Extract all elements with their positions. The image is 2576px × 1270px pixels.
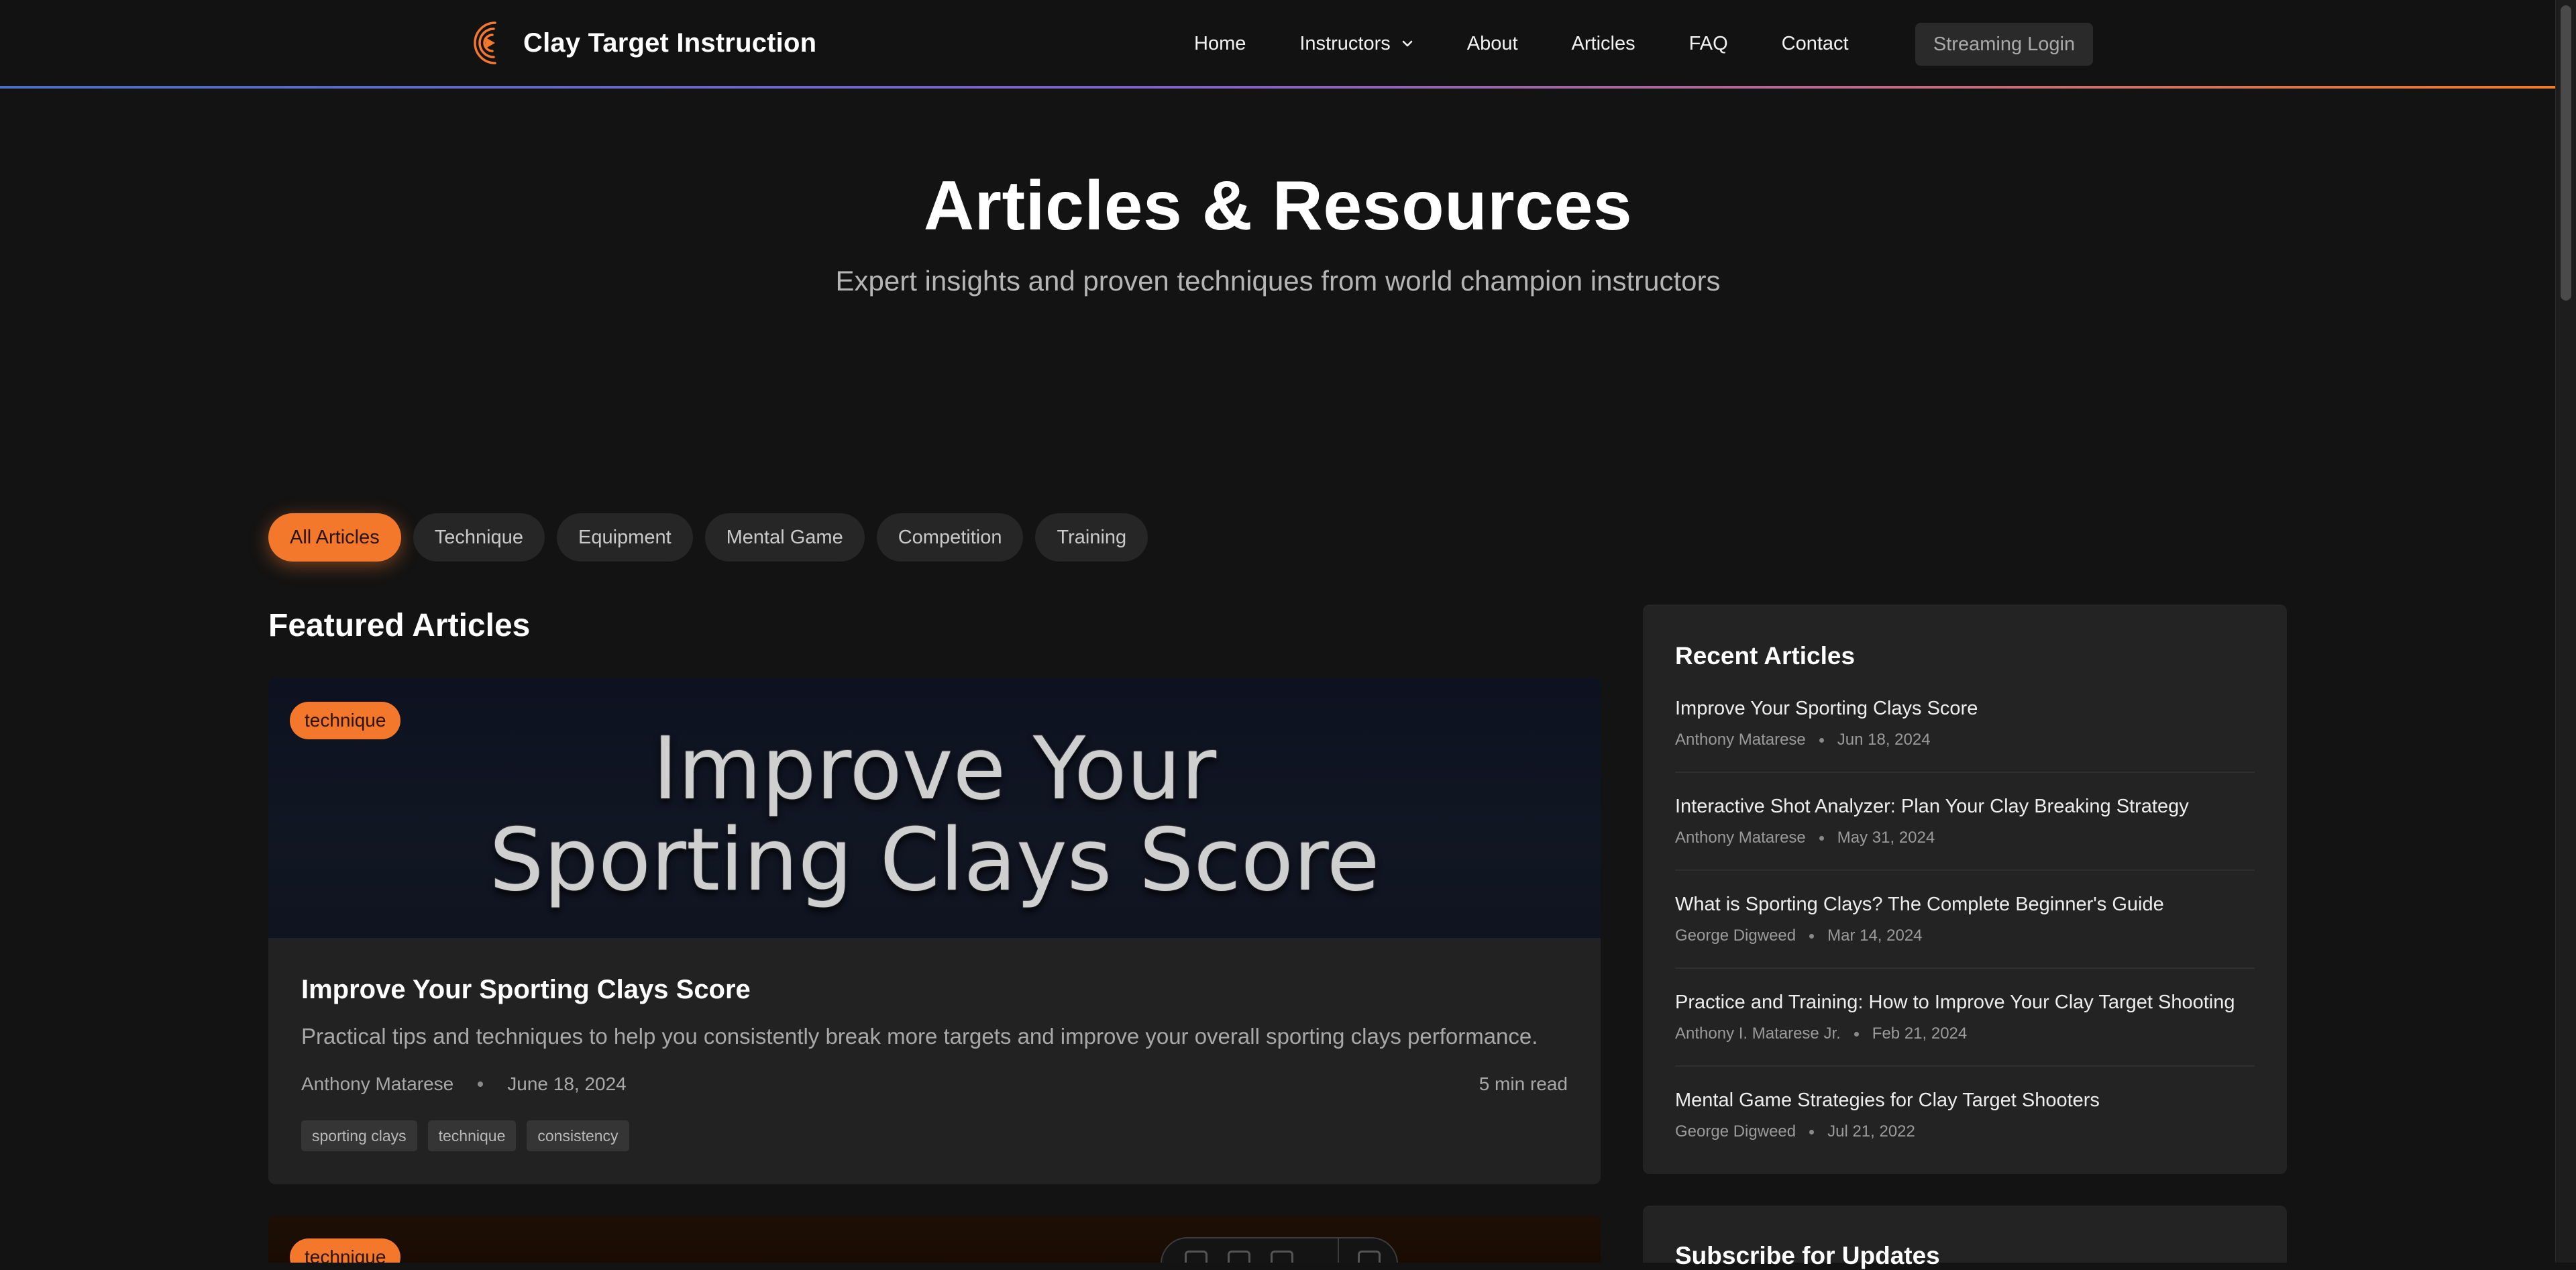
- recent-article-meta: Anthony I. Matarese Jr. Feb 21, 2024: [1675, 1024, 2255, 1043]
- divider: [1675, 869, 2255, 871]
- nav-articles[interactable]: Articles: [1572, 33, 1635, 55]
- category-filters: All Articles Technique Equipment Mental …: [268, 513, 1160, 562]
- recent-article-author: Anthony I. Matarese Jr.: [1675, 1024, 1841, 1043]
- subscribe-heading: Subscribe for Updates: [1675, 1242, 1940, 1269]
- hero-image-text-line1: Improve Your: [652, 719, 1217, 819]
- brand[interactable]: Clay Target Instruction: [466, 16, 816, 70]
- nav-home[interactable]: Home: [1194, 33, 1246, 55]
- scrollbar-thumb[interactable]: [2561, 5, 2571, 301]
- recent-article-date: Jun 18, 2024: [1837, 731, 1931, 749]
- tool-icon: [1271, 1251, 1293, 1263]
- page-title: Articles & Resources: [923, 167, 1633, 245]
- main-nav: Home Instructors About Articles FAQ Cont…: [1194, 23, 1902, 64]
- recent-articles-heading: Recent Articles: [1675, 642, 1856, 670]
- page-scrollbar[interactable]: [2555, 0, 2576, 1263]
- article-hero-image[interactable]: Improve Your Sporting Clays Score techni…: [268, 678, 1601, 938]
- article-read-time: 5 min read: [1479, 1073, 1568, 1094]
- recent-article-date: Jul 21, 2022: [1827, 1122, 1915, 1141]
- meta-separator-dot: [1809, 1129, 1815, 1134]
- nav-contact[interactable]: Contact: [1782, 33, 1849, 55]
- nav-about[interactable]: About: [1467, 33, 1518, 55]
- filter-training[interactable]: Training: [1035, 513, 1148, 562]
- tool-icon: [1185, 1251, 1208, 1263]
- category-badge: technique: [290, 702, 401, 739]
- category-badge: technique: [290, 1238, 401, 1263]
- article-date: June 18, 2024: [507, 1073, 627, 1094]
- filter-competition[interactable]: Competition: [876, 513, 1024, 562]
- filter-mental-game[interactable]: Mental Game: [704, 513, 865, 562]
- nav-instructors-label: Instructors: [1299, 32, 1391, 54]
- tag-sporting-clays[interactable]: sporting clays: [301, 1120, 417, 1151]
- meta-separator-dot: [478, 1081, 484, 1087]
- recent-article-item[interactable]: Improve Your Sporting Clays Score Anthon…: [1675, 698, 2255, 749]
- recent-article-meta: Anthony Matarese May 31, 2024: [1675, 829, 2255, 847]
- play-target-logo-icon: [474, 21, 496, 64]
- recent-article-item[interactable]: What is Sporting Clays? The Complete Beg…: [1675, 894, 2255, 945]
- recent-article-title[interactable]: Practice and Training: How to Improve Yo…: [1675, 992, 2255, 1014]
- chevron-down-icon: [1402, 40, 1413, 47]
- article-tags: sporting clays technique consistency: [301, 1120, 640, 1151]
- meta-separator-dot: [1809, 933, 1815, 939]
- tag-technique[interactable]: technique: [427, 1120, 517, 1151]
- meta-separator-dot: [1854, 1031, 1859, 1037]
- recent-articles-sidebar: Recent Articles Improve Your Sporting Cl…: [1643, 604, 2287, 1174]
- divider: [1675, 967, 2255, 969]
- recent-article-title[interactable]: What is Sporting Clays? The Complete Beg…: [1675, 894, 2255, 916]
- recent-article-meta: George Digweed Jul 21, 2022: [1675, 1122, 2255, 1141]
- featured-article-card-2[interactable]: technique: [268, 1216, 1601, 1263]
- recent-article-author: George Digweed: [1675, 927, 1796, 945]
- nav-faq[interactable]: FAQ: [1689, 33, 1728, 55]
- featured-articles-heading: Featured Articles: [268, 608, 531, 643]
- meta-separator-dot: [1819, 737, 1824, 743]
- recent-article-meta: George Digweed Mar 14, 2024: [1675, 927, 2255, 945]
- header-gradient-divider: [0, 86, 2556, 89]
- divider: [1675, 772, 2255, 773]
- filter-technique[interactable]: Technique: [413, 513, 545, 562]
- filter-all-articles[interactable]: All Articles: [268, 513, 401, 562]
- recent-article-author: Anthony Matarese: [1675, 829, 1806, 847]
- article-meta: Anthony Matarese June 18, 2024: [301, 1073, 627, 1095]
- divider: [1675, 1065, 2255, 1067]
- article-author: Anthony Matarese: [301, 1073, 454, 1094]
- hero-image-text-line2: Sporting Clays Score: [489, 810, 1380, 910]
- streaming-login-button[interactable]: Streaming Login: [1915, 23, 2093, 66]
- nav-instructors[interactable]: Instructors: [1299, 33, 1413, 55]
- featured-article-card[interactable]: Improve Your Sporting Clays Score techni…: [268, 678, 1601, 1184]
- subscribe-panel: Subscribe for Updates: [1643, 1206, 2287, 1269]
- recent-article-item[interactable]: Practice and Training: How to Improve Yo…: [1675, 992, 2255, 1043]
- recent-article-title[interactable]: Mental Game Strategies for Clay Target S…: [1675, 1090, 2255, 1112]
- analyzer-toolbar-preview: [1161, 1237, 1398, 1263]
- page-subtitle: Expert insights and proven techniques fr…: [835, 265, 1721, 297]
- recent-article-date: May 31, 2024: [1837, 829, 1935, 847]
- settings-icon: [1358, 1251, 1381, 1263]
- tool-icon: [1228, 1251, 1250, 1263]
- recent-article-item[interactable]: Mental Game Strategies for Clay Target S…: [1675, 1090, 2255, 1141]
- recent-article-item[interactable]: Interactive Shot Analyzer: Plan Your Cla…: [1675, 796, 2255, 847]
- recent-article-author: George Digweed: [1675, 1122, 1796, 1141]
- recent-article-author: Anthony Matarese: [1675, 731, 1806, 749]
- recent-article-meta: Anthony Matarese Jun 18, 2024: [1675, 731, 2255, 749]
- filter-equipment[interactable]: Equipment: [556, 513, 693, 562]
- article-excerpt: Practical tips and techniques to help yo…: [301, 1024, 1538, 1049]
- brand-name: Clay Target Instruction: [523, 28, 817, 58]
- recent-article-title[interactable]: Interactive Shot Analyzer: Plan Your Cla…: [1675, 796, 2255, 818]
- site-header: Clay Target Instruction Home Instructors…: [0, 0, 2556, 86]
- toolbar-divider: [1338, 1238, 1339, 1263]
- tag-consistency[interactable]: consistency: [527, 1120, 629, 1151]
- meta-separator-dot: [1819, 835, 1824, 841]
- recent-article-date: Feb 21, 2024: [1872, 1024, 1968, 1043]
- article-title[interactable]: Improve Your Sporting Clays Score: [301, 975, 751, 1005]
- recent-article-title[interactable]: Improve Your Sporting Clays Score: [1675, 698, 2255, 720]
- recent-article-date: Mar 14, 2024: [1827, 927, 1923, 945]
